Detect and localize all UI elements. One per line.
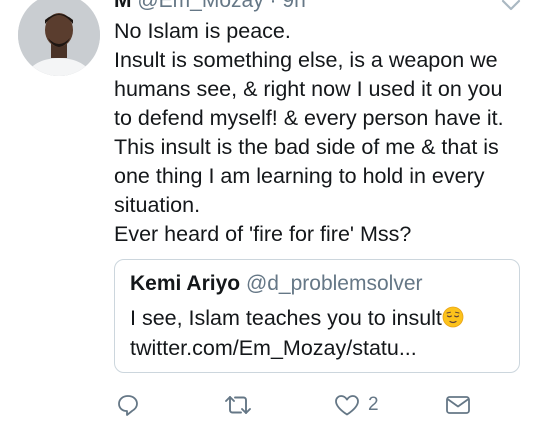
tweet-header: M @Em_Mozay · 9h xyxy=(114,0,306,14)
chevron-down-icon[interactable] xyxy=(500,0,522,14)
quoted-header: Kemi Ariyo @d_problemsolver xyxy=(130,270,423,298)
tweet-text: No Islam is peace. Insult is something e… xyxy=(114,17,524,249)
mail-icon xyxy=(445,393,471,417)
like-count: 2 xyxy=(368,394,379,415)
retweet-icon xyxy=(224,393,252,417)
author-handle[interactable]: @Em_Mozay xyxy=(137,0,263,12)
tweet-text-line: humans see, & right now I used it on you xyxy=(114,77,503,101)
tweet-text-line: one thing I am learning to hold in every xyxy=(114,164,485,188)
tweet-actions: 2 xyxy=(0,390,540,422)
quoted-author-name: Kemi Ariyo xyxy=(130,272,241,295)
avatar[interactable] xyxy=(18,0,100,76)
quoted-author-handle: @d_problemsolver xyxy=(245,272,423,295)
heart-icon xyxy=(334,393,360,417)
tweet-text-line: to defend myself! & every person have it… xyxy=(114,106,504,130)
tweet-text-line: situation. xyxy=(114,193,201,217)
quoted-tweet-card[interactable]: Kemi Ariyo @d_problemsolver I see, Islam… xyxy=(114,259,520,373)
reply-icon xyxy=(116,393,140,417)
direct-message-button[interactable] xyxy=(445,390,471,420)
relieved-face-emoji-icon xyxy=(442,306,464,328)
quoted-text: I see, Islam teaches you to insult twitt… xyxy=(130,303,464,363)
tweet-text-line: This insult is the bad side of me & that… xyxy=(114,135,499,159)
tweet-text-line: Ever heard of 'fire for fire' Mss? xyxy=(114,222,412,246)
header-separator: · xyxy=(269,0,277,12)
reply-button[interactable] xyxy=(116,390,140,420)
author-name[interactable]: M xyxy=(114,0,132,12)
tweet-text-line: No Islam is peace. xyxy=(114,19,291,43)
tweet-timestamp[interactable]: 9h xyxy=(282,0,305,12)
quoted-text-line: I see, Islam teaches you to insult xyxy=(130,306,442,330)
like-button[interactable]: 2 xyxy=(334,390,379,420)
quoted-link[interactable]: twitter.com/Em_Mozay/statu... xyxy=(130,333,464,363)
tweet-text-line: Insult is something else, is a weapon we xyxy=(114,48,498,72)
retweet-button[interactable] xyxy=(224,390,252,420)
avatar-image xyxy=(18,0,100,76)
